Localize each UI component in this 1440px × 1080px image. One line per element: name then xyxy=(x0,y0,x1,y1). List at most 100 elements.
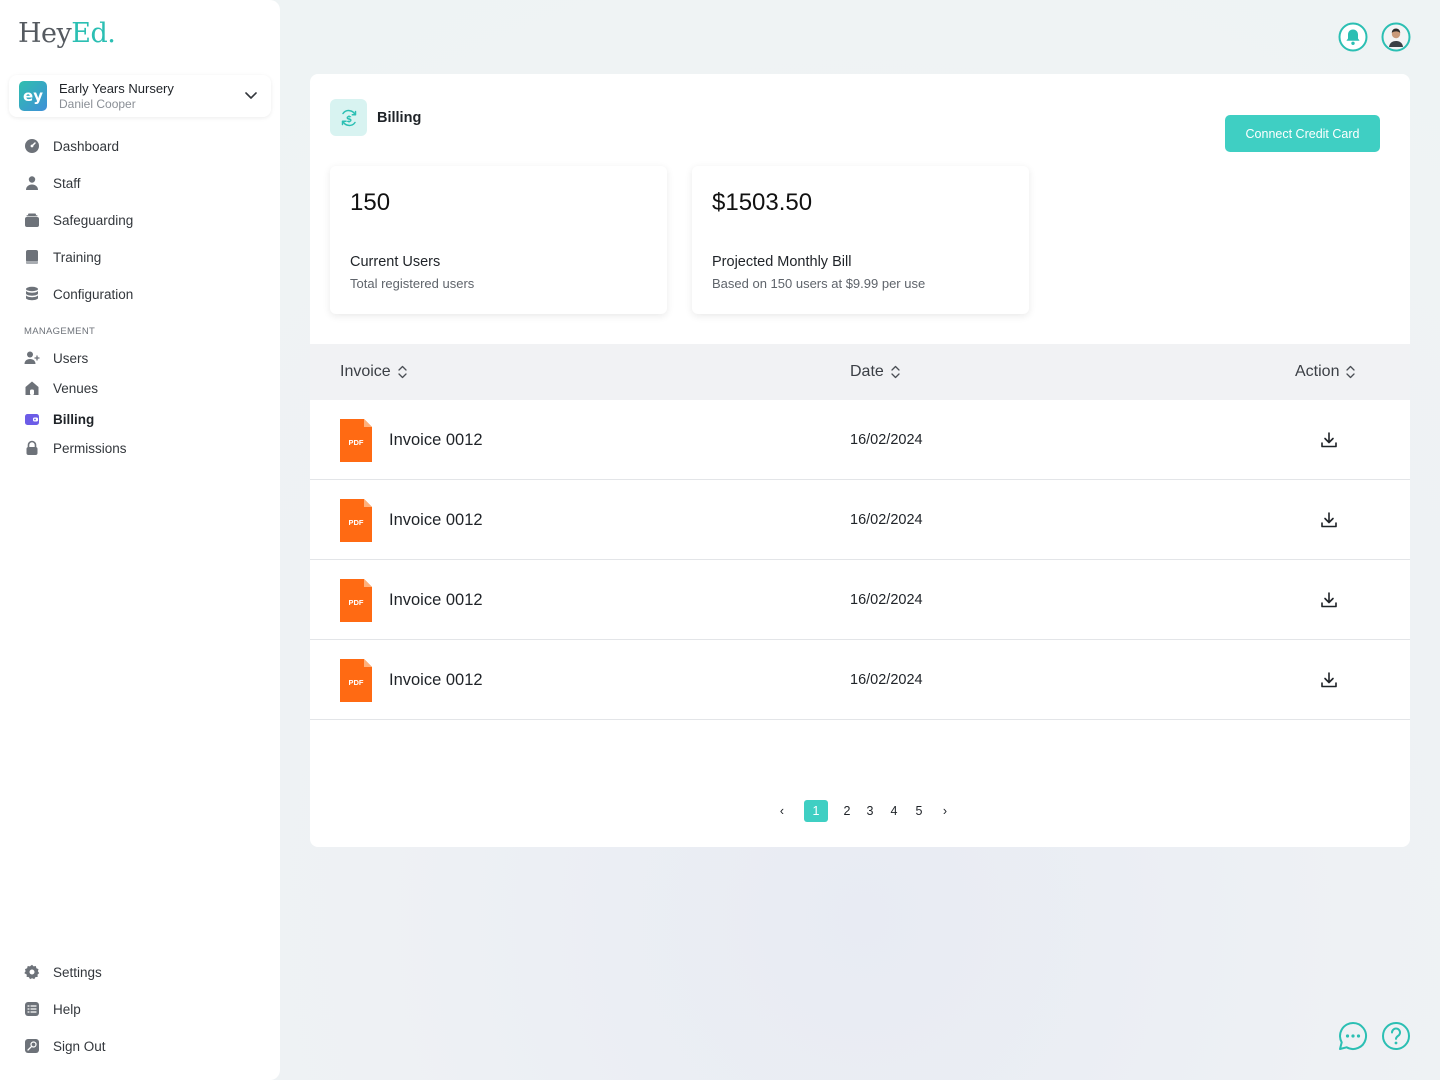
sidebar-item-staff[interactable]: Staff xyxy=(24,173,81,193)
pdf-label: PDF xyxy=(349,518,364,527)
pdf-file-icon[interactable]: PDF xyxy=(340,659,372,702)
list-icon xyxy=(25,1002,39,1016)
pdf-file-icon[interactable]: PDF xyxy=(340,419,372,462)
lock-icon xyxy=(26,440,38,455)
key-icon xyxy=(25,1039,39,1053)
sidebar-item-safeguarding[interactable]: Safeguarding xyxy=(24,210,133,230)
help-icon[interactable] xyxy=(1381,1021,1411,1051)
stat-value: $1503.50 xyxy=(712,189,813,216)
wallet-icon xyxy=(25,414,39,425)
download-icon[interactable] xyxy=(1319,510,1339,530)
sidebar-item-label: Sign Out xyxy=(53,1038,106,1054)
invoice-table-header: Invoice Date Action xyxy=(310,344,1410,400)
heyed-logo[interactable]: HeyEd. xyxy=(18,18,116,49)
sidebar-item-label: Safeguarding xyxy=(53,212,134,228)
sort-icon xyxy=(1346,365,1356,379)
invoice-date: 16/02/2024 xyxy=(850,512,923,528)
sidebar-item-configuration[interactable]: Configuration xyxy=(24,284,133,304)
column-header-label: Date xyxy=(850,363,884,380)
pdf-file-icon[interactable]: PDF xyxy=(340,579,372,622)
svg-text:$: $ xyxy=(345,114,351,124)
user-avatar[interactable] xyxy=(1381,22,1411,52)
dashboard-icon xyxy=(25,139,39,153)
sidebar-item-label: Training xyxy=(53,249,102,265)
pagination-next[interactable]: › xyxy=(939,800,951,822)
sidebar-item-venues[interactable]: Venues xyxy=(24,378,98,398)
pdf-label: PDF xyxy=(349,678,364,687)
invoice-name[interactable]: Invoice 0012 xyxy=(389,431,483,450)
column-header-date[interactable]: Date xyxy=(850,363,901,381)
sidebar-item-signout[interactable]: Sign Out xyxy=(24,1036,106,1056)
sidebar-item-permissions[interactable]: Permissions xyxy=(24,438,127,458)
notification-bell-icon[interactable] xyxy=(1338,22,1368,52)
invoice-date: 16/02/2024 xyxy=(850,592,923,608)
stat-card-projected-bill: $1503.50 Projected Monthly Bill Based on… xyxy=(692,166,1029,314)
invoice-name[interactable]: Invoice 0012 xyxy=(389,511,483,530)
sidebar: HeyEd. ey Early Years Nursery Daniel Coo… xyxy=(0,0,280,1080)
table-row: PDF Invoice 0012 16/02/2024 xyxy=(310,640,1410,720)
sidebar-item-help[interactable]: Help xyxy=(24,999,81,1019)
chat-icon[interactable] xyxy=(1338,1021,1368,1051)
briefcase-icon xyxy=(25,213,39,227)
sidebar-item-training[interactable]: Training xyxy=(24,247,101,267)
column-header-label: Invoice xyxy=(340,363,391,380)
pagination-page-3[interactable]: 3 xyxy=(864,800,876,822)
invoice-name[interactable]: Invoice 0012 xyxy=(389,671,483,690)
sidebar-item-label: Permissions xyxy=(53,440,127,456)
gear-icon xyxy=(24,964,40,980)
pdf-file-icon[interactable]: PDF xyxy=(340,499,372,542)
logo-accent-text: Ed. xyxy=(71,18,116,49)
stat-label: Projected Monthly Bill xyxy=(712,254,852,270)
column-header-action[interactable]: Action xyxy=(1295,363,1356,381)
add-user-icon xyxy=(24,351,40,364)
sort-icon xyxy=(398,365,407,379)
download-icon[interactable] xyxy=(1319,430,1339,450)
stat-card-current-users: 150 Current Users Total registered users xyxy=(330,166,667,314)
table-row: PDF Invoice 0012 16/02/2024 xyxy=(310,400,1410,480)
page-title: Billing xyxy=(377,109,422,126)
book-icon xyxy=(26,250,38,264)
sidebar-item-label: Settings xyxy=(53,964,102,980)
pagination-page-5[interactable]: 5 xyxy=(913,800,925,822)
sidebar-item-label: Billing xyxy=(53,411,95,427)
sidebar-item-label: Users xyxy=(53,350,89,366)
pagination-prev[interactable]: ‹ xyxy=(776,800,788,822)
sidebar-item-settings[interactable]: Settings xyxy=(24,962,102,982)
pagination-page-1[interactable]: 1 xyxy=(804,800,828,822)
billing-icon-tile: $ xyxy=(330,99,367,136)
sidebar-item-label: Staff xyxy=(53,175,81,191)
management-section-label: MANAGEMENT xyxy=(24,326,96,337)
sidebar-item-label: Help xyxy=(53,1001,81,1017)
column-header-invoice[interactable]: Invoice xyxy=(340,363,408,381)
sort-icon xyxy=(891,365,900,379)
column-header-label: Action xyxy=(1295,363,1340,380)
invoice-name[interactable]: Invoice 0012 xyxy=(389,591,483,610)
sidebar-item-label: Venues xyxy=(53,380,99,396)
download-icon[interactable] xyxy=(1319,590,1339,610)
stat-value: 150 xyxy=(350,189,391,216)
sidebar-item-label: Dashboard xyxy=(53,138,120,154)
organization-name: Early Years Nursery xyxy=(59,81,174,96)
billing-header: $ Billing xyxy=(330,99,421,136)
database-icon xyxy=(26,286,38,301)
sidebar-item-billing[interactable]: Billing xyxy=(24,409,94,429)
connect-credit-card-button[interactable]: Connect Credit Card xyxy=(1225,115,1380,152)
sidebar-item-label: Configuration xyxy=(53,286,134,302)
sidebar-item-dashboard[interactable]: Dashboard xyxy=(24,136,119,156)
stat-sub: Total registered users xyxy=(350,276,475,291)
pagination-page-2[interactable]: 2 xyxy=(841,800,853,822)
chevron-down-icon[interactable] xyxy=(243,87,259,103)
sidebar-item-users[interactable]: Users xyxy=(24,348,88,368)
download-icon[interactable] xyxy=(1319,670,1339,690)
pdf-label: PDF xyxy=(349,598,364,607)
logo-text: Hey xyxy=(18,18,72,49)
organization-badge: ey xyxy=(19,81,47,111)
pagination-page-4[interactable]: 4 xyxy=(888,800,900,822)
table-row: PDF Invoice 0012 16/02/2024 xyxy=(310,480,1410,560)
pdf-label: PDF xyxy=(349,438,364,447)
home-icon xyxy=(25,381,39,395)
invoice-date: 16/02/2024 xyxy=(850,672,923,688)
stat-sub: Based on 150 users at $9.99 per use xyxy=(712,276,926,291)
organization-switcher[interactable]: ey Early Years Nursery Daniel Cooper xyxy=(9,75,271,117)
stat-label: Current Users xyxy=(350,254,441,270)
